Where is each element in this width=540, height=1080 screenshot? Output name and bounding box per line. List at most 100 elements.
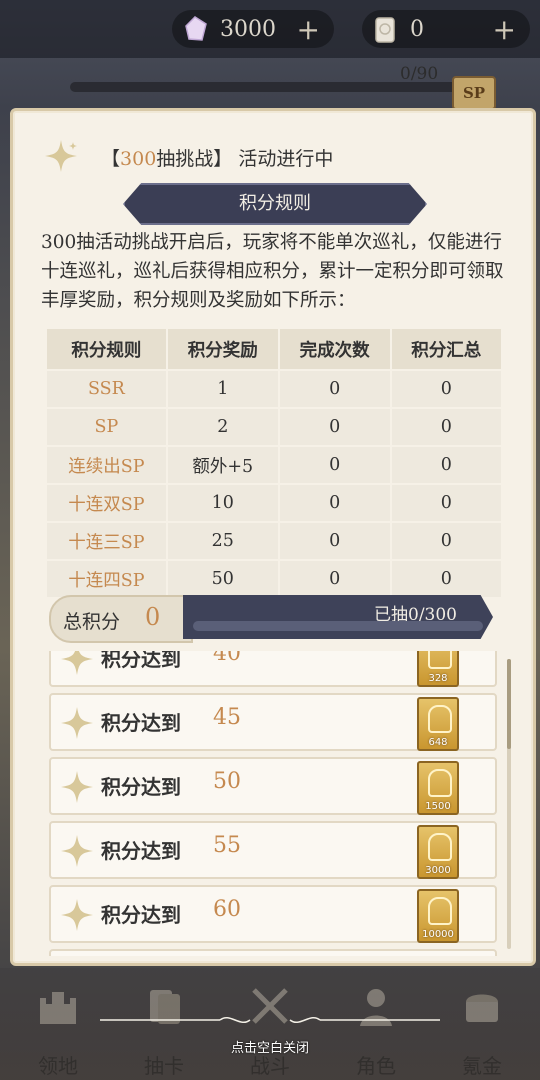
- reward-item[interactable]: 积分达到 40 328: [49, 651, 497, 687]
- card-quantity: 648: [428, 737, 448, 748]
- rule-cell: 连续出SP: [47, 445, 167, 484]
- ticket-currency: 0 +: [362, 10, 530, 48]
- count-cell: 0: [277, 559, 391, 597]
- count-cell: 0: [277, 369, 391, 408]
- card-quantity: 3000: [425, 865, 451, 876]
- sparkle-icon: [45, 140, 77, 172]
- treasure-icon: [466, 994, 498, 1022]
- pity-progress-bar: [70, 82, 460, 92]
- table-row: SSR 1 0 0: [47, 369, 501, 408]
- gacha-card-reward[interactable]: 3000: [417, 825, 459, 879]
- event-header: 【300抽挑战】 活动进行中: [43, 136, 503, 180]
- gacha-card-reward[interactable]: 1500: [417, 761, 459, 815]
- card-emblem-icon: [428, 651, 452, 669]
- reward-cell: 50: [165, 559, 279, 597]
- table-header: 积分汇总: [389, 329, 501, 370]
- ticket-amount: 0: [410, 17, 424, 42]
- rule-cell: 十连四SP: [47, 559, 167, 597]
- gacha-card-reward[interactable]: 648: [417, 697, 459, 751]
- card-quantity: 1500: [425, 801, 451, 812]
- sp-badge: SP: [452, 76, 496, 110]
- card-quantity: 328: [428, 673, 448, 684]
- nav-item-shop[interactable]: 氪金: [442, 978, 522, 1078]
- event-status: 活动进行中: [232, 148, 334, 170]
- reward-cell: 25: [165, 521, 279, 560]
- count-cell: 0: [277, 483, 391, 522]
- rule-cell: 十连三SP: [47, 521, 167, 560]
- sum-cell: 0: [389, 445, 501, 484]
- rule-cell: SP: [47, 407, 167, 446]
- reward-item[interactable]: 积分达到 60 10000: [49, 885, 497, 943]
- sum-cell: 0: [389, 521, 501, 560]
- sparkle-icon: [61, 651, 93, 675]
- reward-threshold-label: 积分达到: [101, 775, 181, 799]
- reward-threshold-value: 60: [213, 897, 241, 922]
- scrollbar-thumb[interactable]: [507, 659, 511, 749]
- reward-cell: 额外+5: [165, 445, 279, 484]
- reward-threshold-label: 积分达到: [101, 839, 181, 863]
- reward-threshold-label: 积分达到: [101, 903, 181, 927]
- sum-cell: 0: [389, 369, 501, 408]
- table-header-row: 积分规则 积分奖励 完成次数 积分汇总: [47, 329, 501, 370]
- castle-icon: [40, 992, 76, 1024]
- section-ribbon: 积分规则: [123, 183, 427, 225]
- gacha-card-reward[interactable]: 10000: [417, 889, 459, 943]
- total-score-bar: 总积分 0 已抽0/300: [49, 595, 493, 643]
- sparkle-icon: [61, 835, 93, 867]
- reward-threshold-value: 45: [213, 705, 241, 730]
- add-tickets-button[interactable]: +: [493, 13, 516, 46]
- title-name: 抽挑战】: [156, 148, 233, 170]
- gem-currency: 3000 +: [172, 10, 334, 48]
- ticket-icon: [375, 17, 395, 43]
- reward-item[interactable]: 积分达到 45 648: [49, 693, 497, 751]
- table-row: 十连四SP 50 0 0: [47, 559, 501, 597]
- reward-threshold-label: 积分达到: [101, 651, 181, 671]
- card-emblem-icon: [428, 769, 452, 797]
- table-row: 连续出SP 额外+5 0 0: [47, 445, 501, 484]
- sum-cell: 0: [389, 483, 501, 522]
- gacha-card-reward[interactable]: 328: [417, 651, 459, 687]
- sparkle-icon: [61, 771, 93, 803]
- reward-cell: 1: [165, 369, 279, 408]
- table-header: 积分奖励: [165, 329, 279, 370]
- sum-cell: 0: [389, 559, 501, 597]
- reward-list[interactable]: 积分达到 40 328 积分达到 45 648 积分达到 50 1500 积分达…: [49, 651, 501, 956]
- total-score-box: 总积分 0: [49, 595, 193, 643]
- title-bracket: 【: [101, 148, 121, 170]
- reward-threshold-value: 40: [213, 651, 241, 666]
- reward-item[interactable]: [49, 949, 497, 956]
- total-score-label: 总积分: [63, 611, 121, 633]
- crystal-icon: [185, 16, 207, 41]
- gem-amount: 3000: [220, 17, 276, 42]
- reward-item[interactable]: 积分达到 50 1500: [49, 757, 497, 815]
- reward-threshold-value: 50: [213, 769, 241, 794]
- rule-cell: SSR: [47, 369, 167, 408]
- table-row: 十连三SP 25 0 0: [47, 521, 501, 560]
- divider-flourish: [100, 1017, 440, 1023]
- close-hint[interactable]: 点击空白关闭: [0, 1037, 540, 1056]
- table-row: 十连双SP 10 0 0: [47, 483, 501, 522]
- top-currency-bar: 3000 + 0 +: [0, 0, 540, 58]
- card-quantity: 10000: [422, 929, 454, 940]
- table-header: 完成次数: [277, 329, 391, 370]
- reward-item[interactable]: 积分达到 55 3000: [49, 821, 497, 879]
- count-cell: 0: [277, 521, 391, 560]
- card-emblem-icon: [428, 705, 452, 733]
- reward-cell: 10: [165, 483, 279, 522]
- sum-cell: 0: [389, 407, 501, 446]
- pity-progress-label: 0/90: [400, 64, 439, 84]
- reward-threshold-value: 55: [213, 833, 241, 858]
- count-cell: 0: [277, 445, 391, 484]
- points-rules-table: 积分规则 积分奖励 完成次数 积分汇总 SSR 1 0 0 SP 2 0 0 连续出SP 额外…: [47, 329, 501, 597]
- draw-progress-box: 已抽0/300: [183, 595, 493, 639]
- title-highlight: 300: [120, 148, 157, 170]
- total-score-value: 0: [145, 603, 161, 631]
- add-gems-button[interactable]: +: [297, 13, 320, 46]
- rule-cell: 十连双SP: [47, 483, 167, 522]
- event-title: 【300抽挑战】 活动进行中: [101, 144, 333, 171]
- reward-cell: 2: [165, 407, 279, 446]
- count-cell: 0: [277, 407, 391, 446]
- reward-threshold-label: 积分达到: [101, 711, 181, 735]
- nav-item-territory[interactable]: 领地: [18, 978, 98, 1078]
- sparkle-icon: [61, 899, 93, 931]
